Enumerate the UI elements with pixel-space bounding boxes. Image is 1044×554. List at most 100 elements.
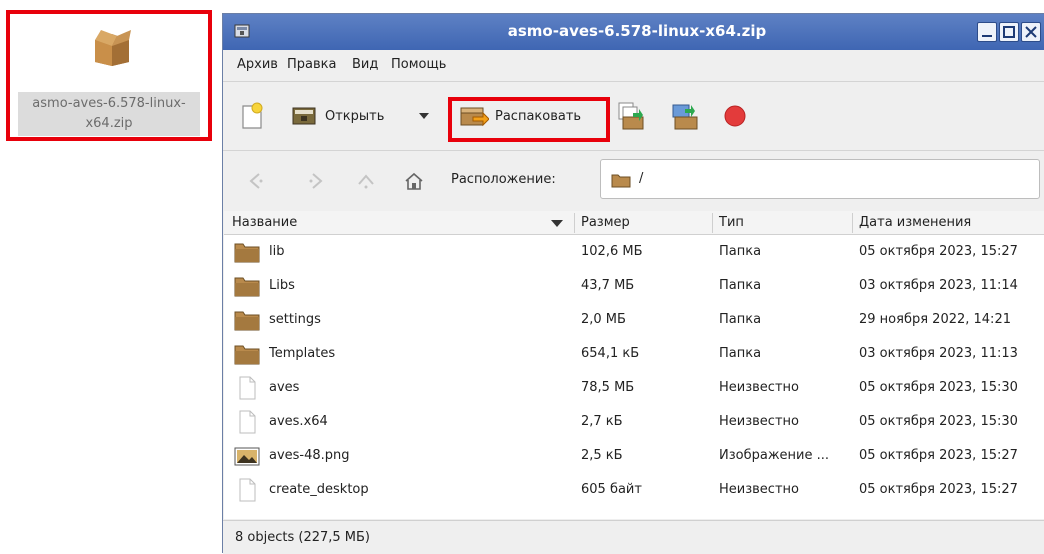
table-row[interactable]: create_desktop 605 байт Неизвестно 05 октяб…	[224, 474, 1044, 507]
back-icon[interactable]	[245, 170, 267, 192]
cell-type: Изображение ...	[719, 448, 830, 463]
cell-size: 2,5 кБ	[581, 448, 623, 463]
status-text: 8 objects (227,5 МБ)	[235, 530, 370, 545]
add-files-button[interactable]	[615, 98, 645, 134]
maximize-button[interactable]	[999, 22, 1019, 42]
table-row[interactable]: settings 2,0 МБ Папка 29 ноября 2022, 14:21	[224, 304, 1044, 337]
column-divider[interactable]	[852, 213, 853, 233]
forward-icon[interactable]	[305, 170, 327, 192]
open-button[interactable]: Открыть	[291, 98, 384, 134]
cell-size: 43,7 МБ	[581, 278, 635, 293]
cell-size: 605 байт	[581, 482, 642, 497]
menu-bar: Архив Правка Вид Помощь	[223, 50, 1044, 80]
table-row[interactable]: Templates 654,1 кБ Папка 03 октября 2023, 1…	[224, 338, 1044, 371]
title-bar[interactable]: asmo-aves-6.578-linux-x64.zip	[223, 14, 1044, 50]
cell-name: create_desktop	[269, 482, 369, 497]
up-icon[interactable]	[355, 170, 377, 192]
stop-icon	[724, 105, 746, 127]
cell-type: Неизвестно	[719, 414, 799, 429]
cell-name: Templates	[269, 346, 336, 361]
cell-name: lib	[269, 244, 285, 259]
stop-button[interactable]	[723, 98, 747, 134]
desktop-icon-label: asmo-aves-6.578-linux-x64.zip	[18, 92, 200, 136]
cell-date: 05 октября 2023, 15:30	[859, 380, 1018, 395]
close-button[interactable]	[1021, 22, 1041, 42]
add-folder-icon	[672, 104, 698, 130]
folder-icon	[234, 342, 260, 366]
table-header: Название Размер Тип Дата изменения	[224, 211, 1044, 235]
status-bar: 8 objects (227,5 МБ)	[223, 520, 1044, 554]
folder-icon	[234, 308, 260, 332]
column-date[interactable]: Дата изменения	[859, 215, 971, 230]
archive-box-icon	[95, 30, 131, 66]
chevron-down-icon	[419, 113, 429, 119]
extract-highlight	[448, 97, 610, 142]
file-list: Название Размер Тип Дата изменения lib 10…	[224, 211, 1044, 519]
cell-date: 03 октября 2023, 11:14	[859, 278, 1018, 293]
table-row[interactable]: Libs 43,7 МБ Папка 03 октября 2023, 11:14	[224, 270, 1044, 303]
menu-archive[interactable]: Архив	[237, 57, 278, 72]
table-row[interactable]: aves 78,5 МБ Неизвестно 05 октября 2023, 15…	[224, 372, 1044, 405]
add-files-icon	[618, 102, 644, 130]
cell-date: 29 ноября 2022, 14:21	[859, 312, 1011, 327]
column-type[interactable]: Тип	[719, 215, 744, 230]
new-archive-icon	[242, 102, 263, 129]
cell-name: aves-48.png	[269, 448, 350, 463]
cell-type: Папка	[719, 346, 762, 361]
desktop-zip-icon[interactable]: asmo-aves-6.578-linux-x64.zip	[14, 18, 204, 136]
image-icon	[234, 444, 260, 468]
archive-manager-window: asmo-aves-6.578-linux-x64.zip Архив Прав…	[222, 13, 1044, 554]
cell-date: 05 октября 2023, 15:27	[859, 244, 1018, 259]
cell-size: 2,7 кБ	[581, 414, 623, 429]
column-size[interactable]: Размер	[581, 215, 630, 230]
cell-size: 654,1 кБ	[581, 346, 640, 361]
location-label: Расположение:	[451, 172, 556, 187]
cell-date: 05 октября 2023, 15:30	[859, 414, 1018, 429]
column-name[interactable]: Название	[232, 215, 297, 230]
cell-type: Папка	[719, 244, 762, 259]
open-label: Открыть	[325, 108, 385, 124]
minimize-button[interactable]	[977, 22, 997, 42]
cell-date: 05 октября 2023, 15:27	[859, 448, 1018, 463]
minimize-icon	[982, 35, 992, 37]
cell-name: Libs	[269, 278, 295, 293]
toolbar: Открыть Распаковать	[223, 84, 1044, 148]
menu-help[interactable]: Помощь	[391, 57, 446, 72]
cell-name: aves.x64	[269, 414, 328, 429]
table-row[interactable]: aves-48.png 2,5 кБ Изображение ... 05 октяб…	[224, 440, 1044, 473]
cell-type: Неизвестно	[719, 380, 799, 395]
location-bar: Расположение: /	[223, 152, 1044, 208]
menu-view[interactable]: Вид	[352, 57, 378, 72]
cell-size: 102,6 МБ	[581, 244, 643, 259]
cell-date: 03 октября 2023, 11:13	[859, 346, 1018, 361]
cell-size: 2,0 МБ	[581, 312, 626, 327]
new-archive-button[interactable]	[239, 98, 265, 134]
sort-desc-icon	[551, 220, 563, 227]
separator	[223, 81, 1044, 82]
open-dropdown-button[interactable]	[417, 98, 431, 134]
close-icon	[1025, 26, 1037, 38]
table-row[interactable]: aves.x64 2,7 кБ Неизвестно 05 октября 2023,…	[224, 406, 1044, 439]
home-icon[interactable]	[403, 170, 425, 192]
location-path: /	[639, 171, 644, 186]
menu-edit[interactable]: Правка	[287, 57, 336, 72]
cell-size: 78,5 МБ	[581, 380, 635, 395]
column-divider[interactable]	[574, 213, 575, 233]
file-icon	[234, 376, 260, 400]
column-divider[interactable]	[712, 213, 713, 233]
cell-type: Неизвестно	[719, 482, 799, 497]
cell-date: 05 октября 2023, 15:27	[859, 482, 1018, 497]
cell-type: Папка	[719, 278, 762, 293]
folder-icon	[611, 174, 631, 188]
maximize-icon	[1003, 26, 1015, 38]
window-title: asmo-aves-6.578-linux-x64.zip	[507, 22, 767, 40]
folder-icon	[234, 274, 260, 298]
file-icon	[234, 478, 260, 502]
file-icon	[234, 410, 260, 434]
cell-type: Папка	[719, 312, 762, 327]
table-row[interactable]: lib 102,6 МБ Папка 05 октября 2023, 15:27	[224, 236, 1044, 269]
open-archive-icon	[292, 107, 316, 125]
add-folder-button[interactable]	[669, 98, 699, 134]
desktop-icon-highlight: asmo-aves-6.578-linux-x64.zip	[6, 10, 212, 141]
location-input[interactable]: /	[600, 159, 1040, 199]
